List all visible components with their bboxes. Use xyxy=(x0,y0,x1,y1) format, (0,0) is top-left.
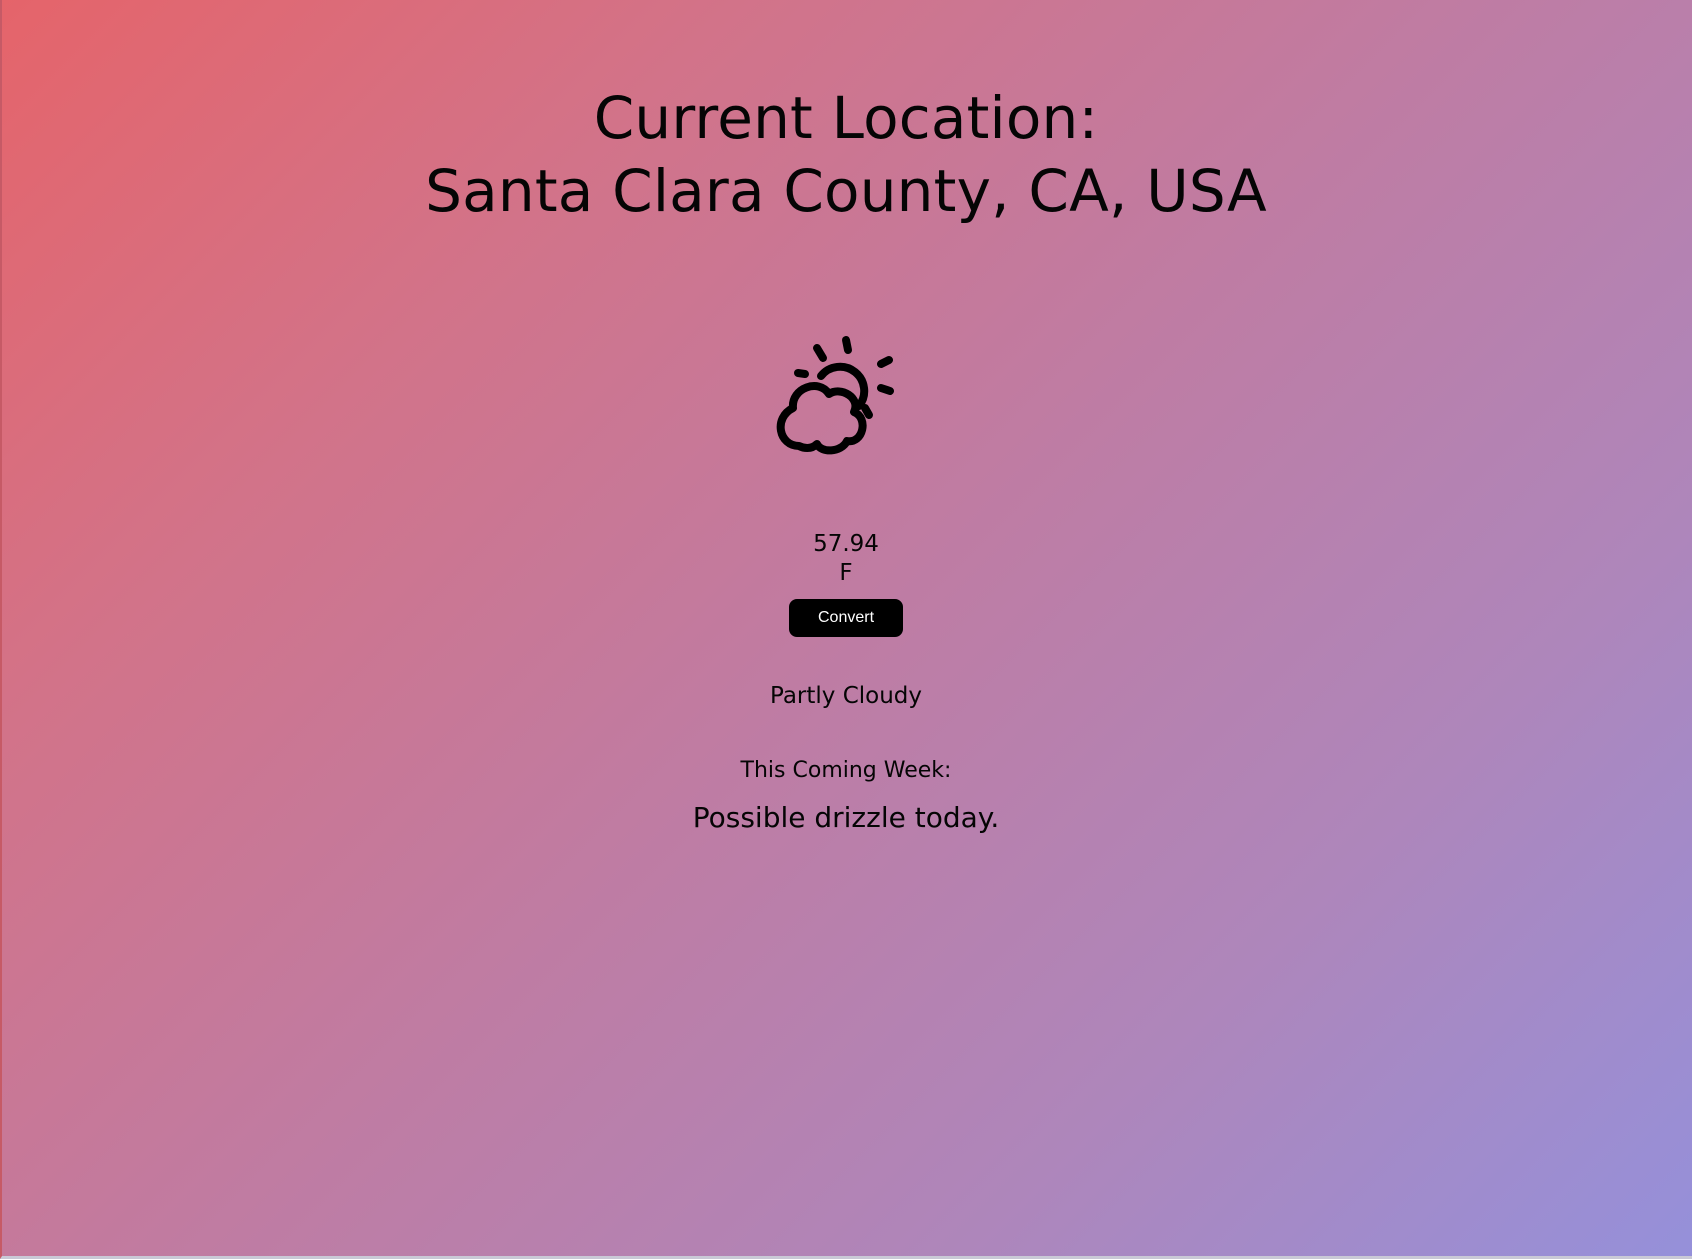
window-frame xyxy=(0,0,1692,1259)
